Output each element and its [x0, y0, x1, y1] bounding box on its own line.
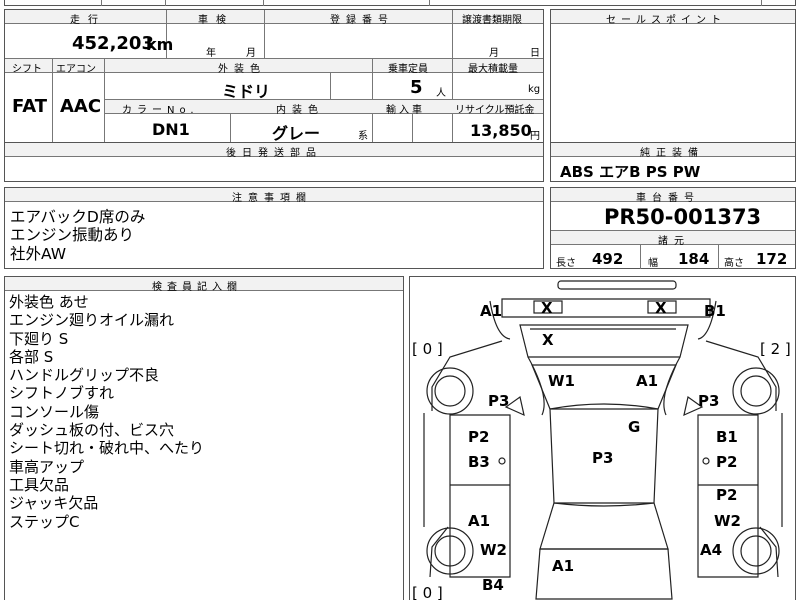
shift-label: シフト: [12, 64, 42, 75]
mark-roof-center: P3: [592, 449, 614, 467]
mark-left-front-door: P2: [468, 428, 490, 446]
length-label: 長さ: [556, 258, 576, 269]
mark-windshield: W1: [548, 372, 575, 390]
mark-left-rear-door: A1: [468, 512, 491, 530]
exterior-color-label: 外装色: [218, 64, 266, 75]
mark-right-rear-quarter: A4: [700, 541, 723, 559]
mark-roof: G: [628, 418, 641, 436]
mark-right-front-door: B1: [716, 428, 738, 446]
condition-map: [ 0 ] [ 2 ] [ 0 ] A1 B1 X X X W1 A1 P3 P…: [409, 276, 796, 600]
height-label: 高さ: [724, 258, 744, 269]
inspector-line: 各部 S: [9, 347, 54, 366]
mark-front-x-right: X: [655, 299, 667, 317]
sales-point-box: [550, 9, 796, 143]
import-car-label: 輸入車: [386, 105, 425, 116]
mark-rear-center: A1: [552, 557, 575, 575]
caution-line: 社外AW: [10, 244, 67, 263]
mark-front-left-corner: A1: [480, 302, 503, 320]
caution-line: エンジン振動あり: [10, 226, 135, 245]
mark-front-x-left: X: [541, 299, 553, 317]
inspection-month-unit: 月: [246, 48, 256, 59]
color-no-value: DN1: [152, 120, 190, 139]
inspector-line: ジャッキ欠品: [9, 494, 99, 513]
inspection-label: 車検: [198, 15, 234, 26]
transfer-label: 譲渡書類期限: [462, 15, 522, 26]
capacity-value: 5: [410, 77, 423, 98]
inspector-line: コンソール傷: [9, 402, 100, 421]
length-value: 492: [592, 250, 624, 268]
aircon-value: AAC: [60, 96, 102, 117]
registration-label: 登録番号: [330, 15, 394, 26]
interior-color-label: 内装色: [276, 105, 324, 116]
mileage-value: 452,203: [72, 33, 154, 54]
mark-roof-front: A1: [636, 372, 659, 390]
top-strip: [4, 0, 796, 6]
transfer-day-unit: 日: [530, 48, 540, 59]
inspector-line: シート切れ・破れ中、へたり: [9, 439, 205, 458]
width-label: 幅: [648, 258, 658, 269]
inspector-label: 検査員記入欄: [152, 282, 242, 293]
mark-right-front-door-b: P2: [716, 453, 738, 471]
later-parts-label: 後日発送部品: [226, 148, 322, 159]
map-bracket-left: [ 0 ]: [412, 340, 443, 358]
aircon-label: エアコン: [56, 64, 96, 75]
recycle-unit: 円: [530, 131, 540, 142]
inspector-line: ダッシュ板の付、ビス穴: [9, 421, 175, 440]
mark-left-rear-window: W2: [480, 541, 507, 559]
caution-label: 注意事項欄: [232, 193, 312, 204]
color-no-label: カラーNo.: [122, 105, 199, 116]
sales-point-label: セールスポイント: [606, 15, 726, 26]
map-bracket-bottom-left: [ 0 ]: [412, 584, 443, 600]
inspector-line: 外装色 あせ: [9, 293, 89, 311]
chassis-label: 車台番号: [636, 193, 700, 204]
mark-hood-x: X: [542, 331, 554, 349]
inspector-notes: 外装色 あせ エンジン廻りオイル漏れ 下廻り S 各部 S ハンドルグリップ不良…: [9, 293, 204, 531]
recycle-value: 13,850: [470, 121, 532, 140]
inspector-line: ステップC: [9, 512, 80, 531]
inspection-year-unit: 年: [206, 48, 216, 59]
inspector-line: 工具欠品: [9, 475, 70, 494]
specs-label: 諸元: [658, 236, 690, 247]
recycle-label: リサイクル預託金: [455, 105, 535, 116]
transfer-month-unit: 月: [489, 48, 499, 59]
interior-color-value: グレー: [272, 124, 321, 143]
inspector-line: エンジン廻りオイル漏れ: [9, 311, 175, 330]
mark-right-fender: P3: [698, 392, 720, 410]
max-load-label: 最大積載量: [468, 64, 518, 75]
mark-left-rear-corner: B4: [482, 576, 504, 594]
mark-left-front-door-b: B3: [468, 453, 490, 471]
mark-right-rear-door: P2: [716, 486, 738, 504]
map-bracket-right: [ 2 ]: [760, 340, 791, 358]
interior-color-suffix: 系: [358, 131, 368, 142]
mileage-label: 走行: [70, 15, 106, 26]
equipment-label: 純正装備: [640, 148, 704, 159]
mark-left-fender: P3: [488, 392, 510, 410]
capacity-label: 乗車定員: [388, 64, 428, 75]
height-value: 172: [756, 250, 788, 268]
inspector-line: 下廻り S: [9, 329, 69, 348]
max-load-unit: kg: [528, 84, 541, 95]
shift-value: FAT: [12, 96, 48, 117]
inspector-line: シフトノブすれ: [9, 384, 115, 403]
chassis-number: PR50-001373: [604, 205, 762, 229]
inspector-line: ハンドルグリップ不良: [9, 366, 160, 385]
caution-notes: エアバックD席のみ エンジン振動あり 社外AW: [10, 208, 145, 263]
equipment-value: ABS エアB PS PW: [560, 163, 701, 181]
mileage-unit: km: [146, 35, 174, 54]
mark-right-rear-door-b: W2: [714, 512, 741, 530]
inspector-line: 車高アップ: [9, 457, 85, 476]
mark-front-right-corner: B1: [704, 302, 726, 320]
capacity-unit: 人: [436, 88, 446, 99]
caution-line: エアバックD席のみ: [10, 208, 146, 226]
width-value: 184: [678, 250, 710, 268]
